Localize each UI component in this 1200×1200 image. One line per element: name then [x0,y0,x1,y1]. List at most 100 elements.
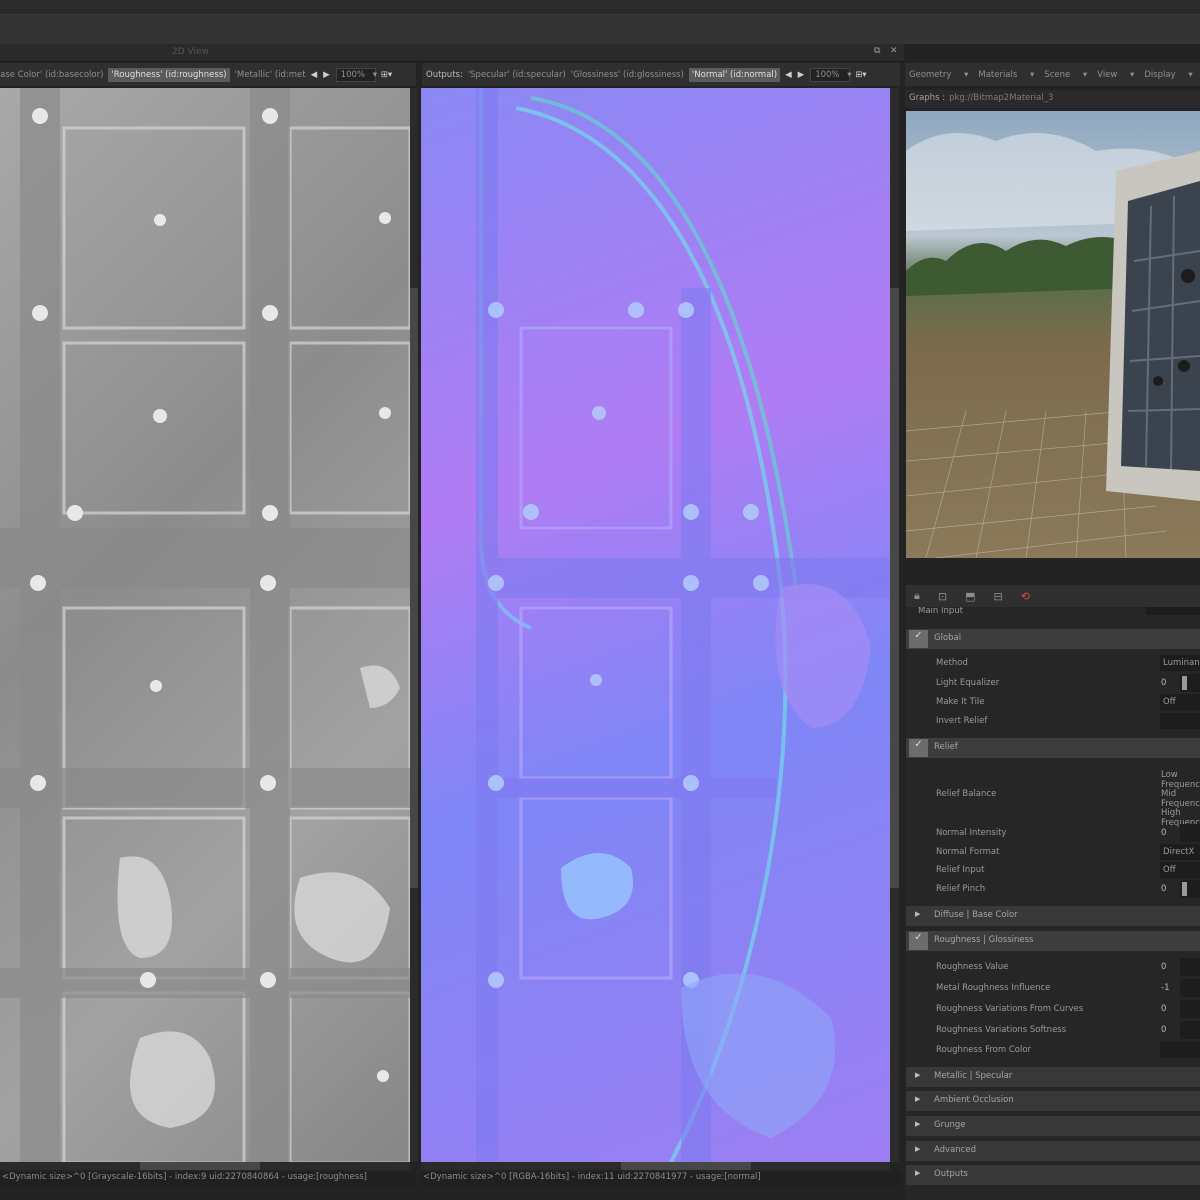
row-make-it-tile: Make It Tile Off [906,693,1200,711]
zoom-select-left[interactable]: 100% ▾ [335,67,377,82]
expand-arrow-icon[interactable]: ▶ [915,1095,920,1103]
expand-arrow-icon[interactable]: ▶ [915,1120,920,1128]
left-output-toolbar: 'Base Color' (id:basecolor) 'Roughness' … [0,63,416,86]
prev-output-arrow-icon[interactable]: ◀ [311,70,318,80]
lock-alt-icon[interactable]: ⊡ [938,590,947,603]
row-relief-input: Relief Input Off [906,861,1200,879]
section-toggle-checkbox[interactable]: ✓ [909,932,928,950]
left-status-bar: <Dynamic size>^0 [Grayscale-16bits] - in… [0,1172,416,1186]
section-relief[interactable]: ✓ Relief [906,738,1200,758]
tab-basecolor[interactable]: 'Base Color' (id:basecolor) [0,70,103,80]
roughness-texture-image [0,88,410,1162]
expand-arrow-icon[interactable]: ▶ [915,1071,920,1079]
roughness-map-viewport[interactable] [0,88,410,1162]
row-relief-pinch: Relief Pinch 0 [906,880,1200,898]
right-vertical-scrollbar[interactable] [890,88,899,1162]
roughness-from-color-field[interactable] [1160,1042,1200,1058]
row-roughness-from-color: Roughness From Color [906,1041,1200,1059]
expand-arrow-icon[interactable]: ▶ [915,910,920,918]
graphs-selector[interactable]: Graphs : pkg://Bitmap2Material_3 [905,90,1200,108]
row-low-frequency: Low Frequency [1161,770,1200,790]
properties-panel: Main Input ✓ Global Method Luminance Lig… [906,607,1200,1200]
top-bar [0,0,1200,14]
menu-materials[interactable]: Materials ▾ [978,70,1034,80]
link-icon[interactable]: ⊟ [993,590,1002,603]
left-horizontal-scrollbar[interactable] [0,1162,410,1170]
row-roughness-value: Roughness Value 0 [906,958,1200,976]
close-icon[interactable]: ✕ [890,46,898,56]
view3d-viewport[interactable] [906,111,1200,558]
outputs-label: Outputs: [426,69,463,80]
graphs-value: pkg://Bitmap2Material_3 [949,93,1054,103]
section-ambient-occlusion[interactable]: ▶ Ambient Occlusion [906,1091,1200,1111]
normal-texture-image [476,88,890,1162]
tab-glossiness[interactable]: 'Glossiness' (id:glossiness) [571,70,684,80]
next-output-arrow-icon[interactable]: ▶ [798,70,805,80]
menu-geometry[interactable]: Geometry ▾ [909,70,968,80]
metal-roughness-slider[interactable] [1180,979,1200,997]
normal-intensity-slider[interactable] [1180,824,1200,842]
row-normal-intensity: Normal Intensity 0 [906,824,1200,842]
row-light-equalizer: Light Equalizer 0 [906,674,1200,692]
menu-scene[interactable]: Scene ▾ [1044,70,1087,80]
right-horizontal-scrollbar[interactable] [421,1162,890,1170]
tab-metallic[interactable]: 'Metallic' (id:met [235,70,306,80]
section-outputs[interactable]: ▶ Outputs [906,1165,1200,1185]
row-relief-balance: Relief Balance Mid Frequency [936,789,1200,809]
view2d-titlebar: 2D View ⧉ ✕ [0,44,904,62]
section-global[interactable]: ✓ Global [906,629,1200,649]
export-icon[interactable]: ⊞▾ [855,70,866,80]
pin-icon[interactable]: ⬒ [965,590,975,603]
relief-pinch-slider[interactable] [1180,880,1200,898]
section-advanced[interactable]: ▶ Advanced [906,1141,1200,1161]
light-equalizer-slider[interactable] [1180,674,1200,692]
method-dropdown[interactable]: Luminance [1160,655,1200,671]
section-grunge[interactable]: ▶ Grunge [906,1116,1200,1136]
prev-output-arrow-icon[interactable]: ◀ [785,70,792,80]
row-metal-roughness-influence: Metal Roughness Influence -1 [906,979,1200,997]
section-diffuse[interactable]: ▶ Diffuse | Base Color [906,906,1200,926]
view2d-title: 2D View [172,47,209,57]
roughness-variations-softness-slider[interactable] [1180,1021,1200,1039]
lock-icon[interactable]: 🔒︎ [914,589,920,603]
expand-arrow-icon[interactable]: ▶ [915,1145,920,1153]
right-status-bar: <Dynamic size>^0 [RGBA-16bits] - index:1… [421,1172,901,1186]
left-vertical-scrollbar[interactable] [410,88,418,1162]
section-metallic[interactable]: ▶ Metallic | Specular [906,1067,1200,1087]
row-roughness-variations-softness: Roughness Variations Softness 0 [906,1021,1200,1039]
menu-display[interactable]: Display ▾ [1144,70,1192,80]
invert-relief-field[interactable] [1160,713,1200,729]
main-input-field[interactable] [1146,607,1200,615]
row-roughness-variations-curves: Roughness Variations From Curves 0 [906,1000,1200,1018]
section-roughness[interactable]: ✓ Roughness | Glossiness [906,931,1200,951]
tab-roughness[interactable]: 'Roughness' (id:roughness) [108,67,230,82]
menu-view[interactable]: View ▾ [1097,70,1134,80]
main-input-row: Main Input [906,607,1200,621]
tab-specular[interactable]: 'Specular' (id:specular) [468,70,566,80]
row-invert-relief: Invert Relief [906,712,1200,730]
normal-format-dropdown[interactable]: DirectX [1160,844,1200,860]
toolbar-band [0,14,1200,44]
view3d-menubar: Geometry ▾ Materials ▾ Scene ▾ View ▾ Di… [905,63,1200,86]
row-normal-format: Normal Format DirectX [906,843,1200,861]
zoom-select-right[interactable]: 100% ▾ [810,67,851,82]
graphs-label: Graphs : [909,93,946,103]
expand-arrow-icon[interactable]: ▶ [915,1169,920,1177]
tab-normal[interactable]: 'Normal' (id:normal) [688,67,781,82]
properties-toolbar: 🔒︎ ⊡ ⬒ ⊟ ⟲ [906,585,1200,607]
relief-input-dropdown[interactable]: Off [1160,862,1200,878]
row-high-frequency: High Frequency [1161,808,1200,828]
3d-preview-scene [906,133,1200,558]
row-method: Method Luminance [906,654,1200,672]
roughness-variations-curves-slider[interactable] [1180,1000,1200,1018]
right-output-toolbar: Outputs: 'Specular' (id:specular) 'Gloss… [422,63,900,86]
next-output-arrow-icon[interactable]: ▶ [323,70,330,80]
roughness-value-slider[interactable] [1180,958,1200,976]
refresh-icon[interactable]: ⟲ [1021,590,1030,603]
normal-map-viewport[interactable] [421,88,890,1162]
make-it-tile-dropdown[interactable]: Off [1160,694,1200,710]
restore-icon[interactable]: ⧉ [874,46,880,56]
section-toggle-checkbox[interactable]: ✓ [909,630,928,648]
export-icon[interactable]: ⊞▾ [381,70,392,80]
section-toggle-checkbox[interactable]: ✓ [909,739,928,757]
